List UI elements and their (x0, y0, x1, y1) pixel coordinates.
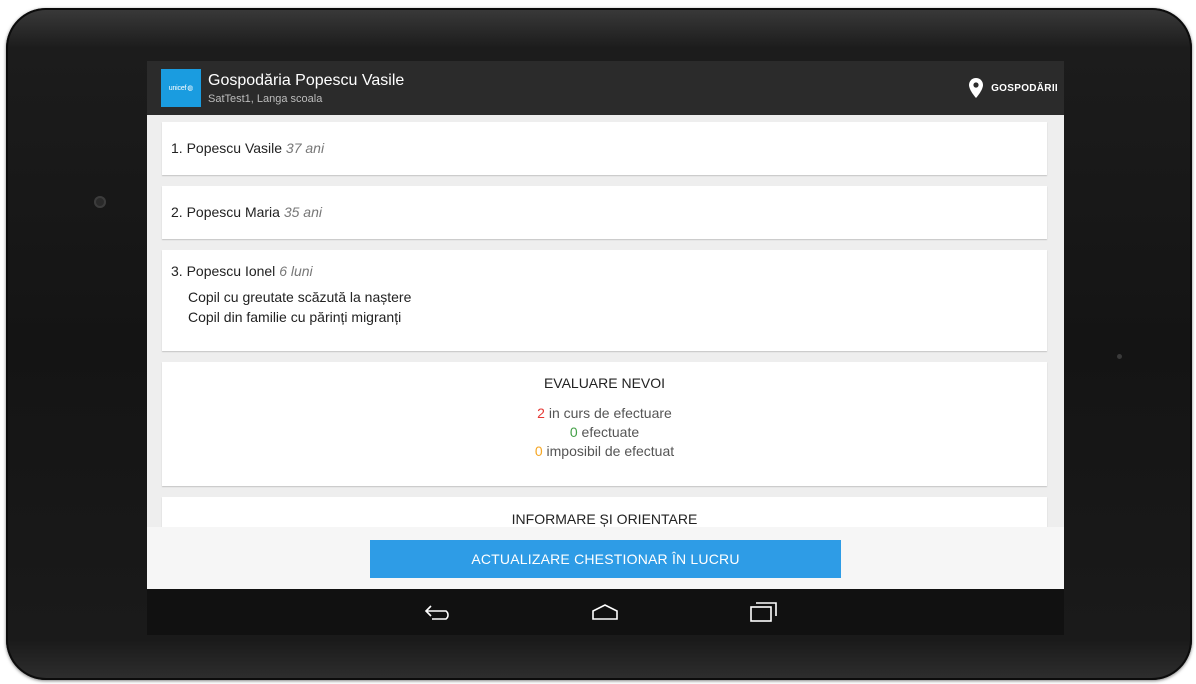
page-title: Gospodăria Popescu Vasile (208, 72, 405, 89)
done-count: 0 (569, 424, 578, 440)
impossible-label: imposibil de efectuat (546, 443, 675, 459)
system-nav-bar (147, 589, 1064, 635)
action-bar: unicef ◍ Gospodăria Popescu Vasile SatTes… (147, 61, 1064, 115)
member-card[interactable]: 1. Popescu Vasile 37 ani (162, 122, 1047, 175)
stat-done: 0 efectuate (162, 423, 1047, 442)
in-progress-count: 2 (537, 405, 545, 421)
information-card[interactable]: INFORMARE ȘI ORIENTARE (162, 497, 1047, 527)
map-pin-icon (969, 78, 984, 98)
member-name: 1. Popescu Vasile (171, 140, 283, 156)
front-camera (94, 196, 106, 208)
member-name: 2. Popescu Maria (171, 204, 280, 220)
condition-item: Copil cu greutate scăzută la naștere (188, 289, 412, 305)
member-name: 3. Popescu Ionel (171, 263, 276, 279)
in-progress-label: in curs de efectuare (548, 405, 672, 421)
back-icon[interactable] (422, 600, 456, 624)
logo-text: unicef (168, 84, 187, 92)
member-row: 3. Popescu Ionel 6 luni (162, 250, 1047, 279)
needs-evaluation-card[interactable]: EVALUARE NEVOI 2 in curs de efectuare 0 … (162, 362, 1047, 486)
recent-apps-icon[interactable] (746, 600, 780, 624)
household-content: 1. Popescu Vasile 37 ani 2. Popescu Mari… (147, 115, 1064, 527)
unicef-logo: unicef ◍ (161, 69, 201, 107)
households-button[interactable]: GOSPODĂRII (969, 61, 1058, 115)
member-card[interactable]: 3. Popescu Ionel 6 luni Copil cu greutat… (162, 250, 1047, 351)
impossible-count: 0 (534, 443, 543, 459)
globe-icon: ◍ (187, 85, 194, 92)
member-age: 35 ani (283, 204, 322, 220)
member-row: 2. Popescu Maria 35 ani (162, 186, 1047, 220)
section-title: INFORMARE ȘI ORIENTARE (511, 511, 698, 527)
member-age: 37 ani (285, 140, 325, 156)
member-card[interactable]: 2. Popescu Maria 35 ani (162, 186, 1047, 239)
households-label: GOSPODĂRII (991, 82, 1058, 94)
member-conditions: Copil cu greutate scăzută la naștere Cop… (188, 287, 1047, 327)
home-icon[interactable] (588, 600, 622, 624)
stat-in-progress: 2 in curs de efectuare (162, 404, 1047, 423)
condition-item: Copil din familie cu părinți migranți (188, 309, 402, 325)
bottom-action-area: ACTUALIZARE CHESTIONAR ÎN LUCRU (147, 527, 1064, 589)
light-sensor (1117, 354, 1122, 359)
member-age: 6 luni (279, 263, 313, 279)
done-label: efectuate (581, 424, 640, 440)
stat-impossible: 0 imposibil de efectuat (162, 442, 1047, 461)
member-row: 1. Popescu Vasile 37 ani (162, 122, 1047, 156)
page-subtitle: SatTest1, Langa scoala (208, 93, 323, 105)
app-screen: unicef ◍ Gospodăria Popescu Vasile SatTes… (147, 61, 1064, 635)
update-questionnaire-button[interactable]: ACTUALIZARE CHESTIONAR ÎN LUCRU (370, 540, 841, 578)
evaluation-stats: 2 in curs de efectuare 0 efectuate 0 imp… (162, 404, 1047, 461)
section-title: EVALUARE NEVOI (543, 375, 666, 391)
